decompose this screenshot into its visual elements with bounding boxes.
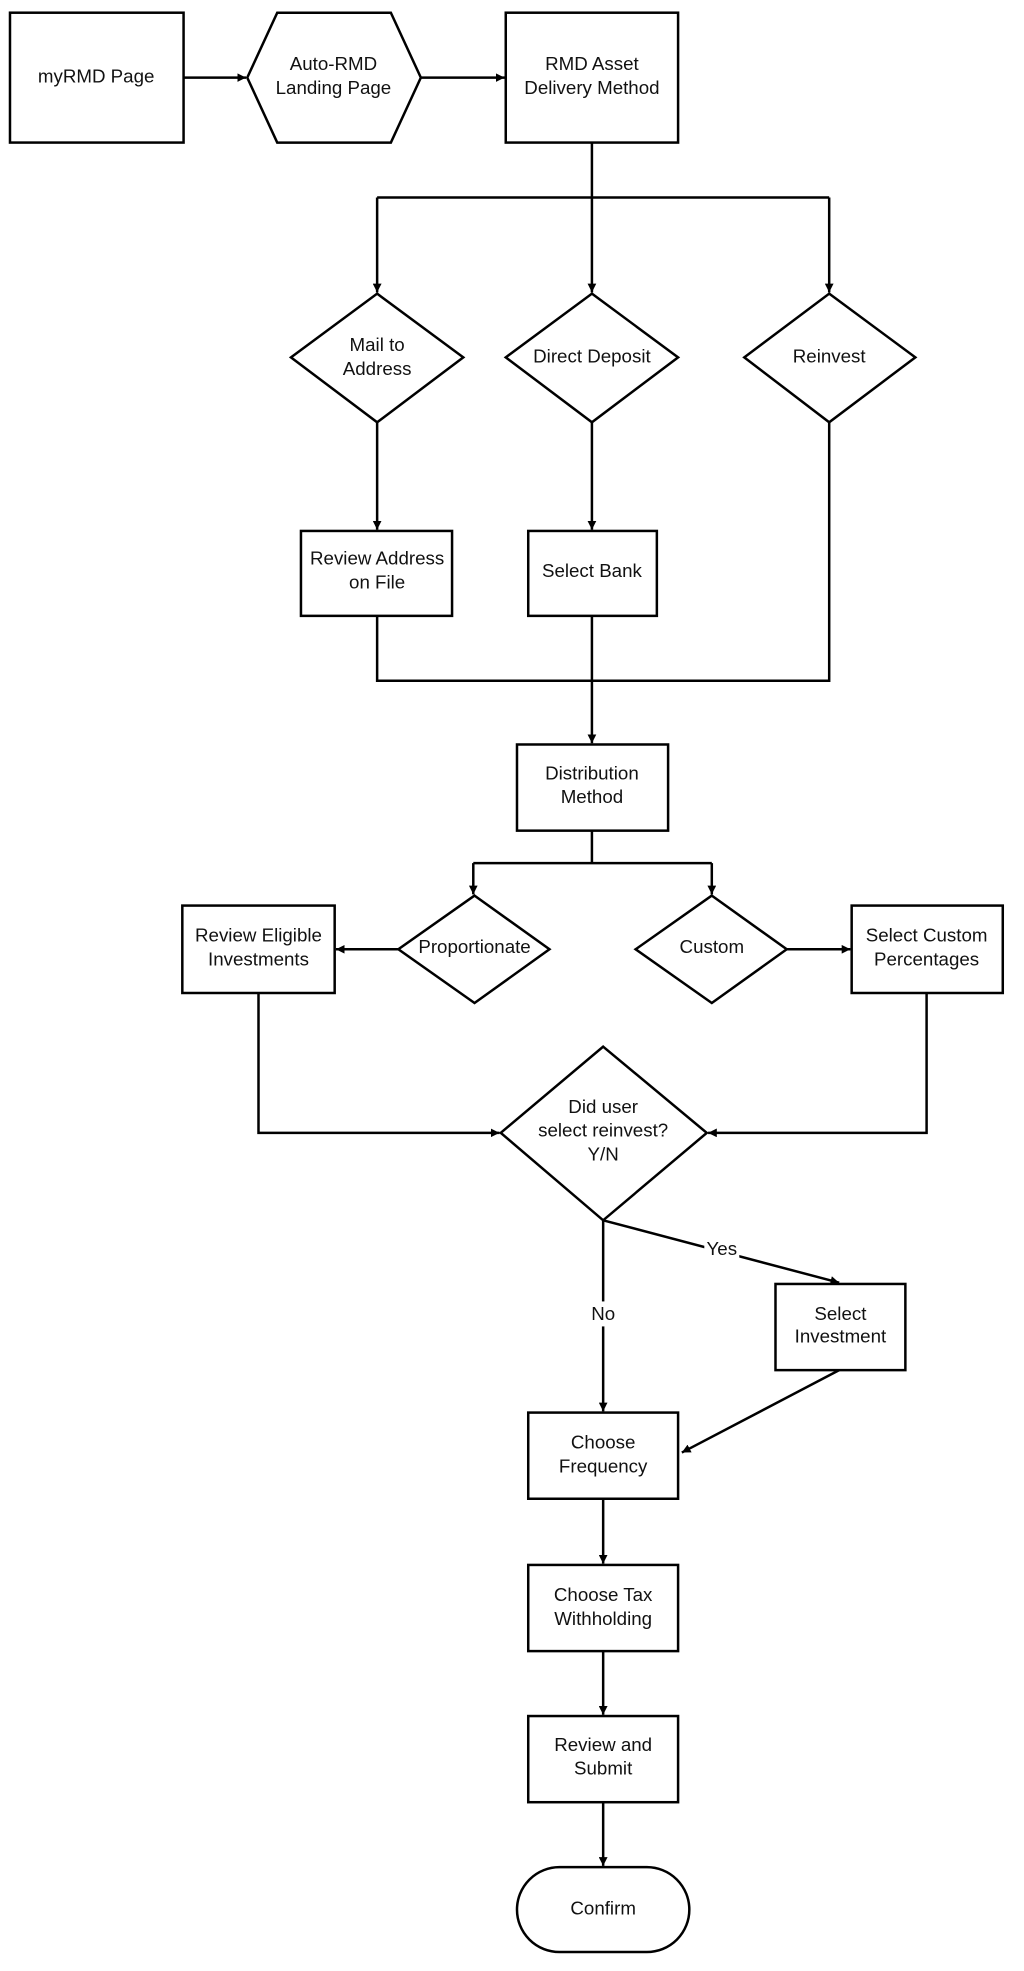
svg-text:Frequency: Frequency [559,1455,648,1476]
svg-text:Review and: Review and [554,1734,652,1755]
flowchart: No Yes myRMD Page Auto-RMD Landing Page … [8,11,1005,1954]
svg-text:Percentages: Percentages [874,948,979,969]
svg-text:Distribution: Distribution [545,762,639,783]
svg-text:Did user: Did user [568,1096,638,1117]
svg-text:Mail to: Mail to [350,334,405,355]
node-direct-deposit: Direct Deposit [503,292,681,424]
edge-investment-frequency [681,1369,840,1454]
edge-custom-decision [708,992,928,1138]
svg-text:Review Address: Review Address [310,548,444,569]
svg-text:Confirm: Confirm [570,1898,636,1919]
svg-text:Review Eligible: Review Eligible [195,925,322,946]
svg-text:Custom: Custom [680,936,745,957]
node-auto-rmd-landing: Auto-RMD Landing Page [245,11,423,144]
svg-text:Method: Method [561,786,623,807]
node-choose-tax-withholding: Choose Tax Withholding [526,1563,680,1653]
node-choose-frequency: Choose Frequency [526,1411,680,1500]
svg-text:Withholding: Withholding [554,1608,652,1629]
svg-text:Investment: Investment [795,1326,887,1347]
edge-label-yes: Yes [707,1238,738,1259]
svg-text:select reinvest?: select reinvest? [538,1120,668,1141]
node-select-bank: Select Bank [526,529,659,618]
svg-text:Delivery Method: Delivery Method [524,77,659,98]
node-review-address: Review Address on File [299,529,454,618]
node-confirm: Confirm [515,1865,691,1954]
svg-text:Choose Tax: Choose Tax [554,1584,653,1605]
node-delivery-method: RMD Asset Delivery Method [504,11,680,144]
node-reinvest: Reinvest [742,292,918,424]
svg-text:Proportionate: Proportionate [418,936,530,957]
node-select-custom: Select Custom Percentages [850,904,1005,995]
svg-text:Reinvest: Reinvest [793,345,867,366]
svg-text:Select Custom: Select Custom [866,925,988,946]
svg-text:Direct Deposit: Direct Deposit [533,345,651,366]
svg-text:Submit: Submit [574,1758,633,1779]
svg-text:Choose: Choose [571,1432,636,1453]
node-select-investment: Select Investment [774,1282,907,1372]
node-proportionate: Proportionate [396,894,552,1005]
node-reinvest-decision: Did user select reinvest? Y/N [498,1045,709,1222]
node-review-and-submit: Review and Submit [526,1714,680,1804]
svg-text:Investments: Investments [208,948,309,969]
edge-review-decision [257,992,500,1138]
node-mail-to-address: Mail to Address [288,292,466,424]
node-myrmd-page: myRMD Page [8,11,185,144]
node-custom: Custom [633,894,789,1005]
svg-text:myRMD Page: myRMD Page [38,66,155,87]
node-distribution-method: Distribution Method [515,743,670,832]
svg-text:Auto-RMD: Auto-RMD [290,53,377,74]
svg-text:RMD Asset: RMD Asset [545,53,639,74]
node-review-eligible: Review Eligible Investments [181,904,336,995]
svg-text:Select Bank: Select Bank [542,560,643,581]
svg-text:Landing Page: Landing Page [276,77,392,98]
svg-text:on File: on File [349,571,405,592]
edge-label-no: No [591,1303,615,1324]
svg-text:Address: Address [343,358,412,379]
svg-text:Y/N: Y/N [588,1143,619,1164]
svg-text:Select: Select [814,1303,867,1324]
